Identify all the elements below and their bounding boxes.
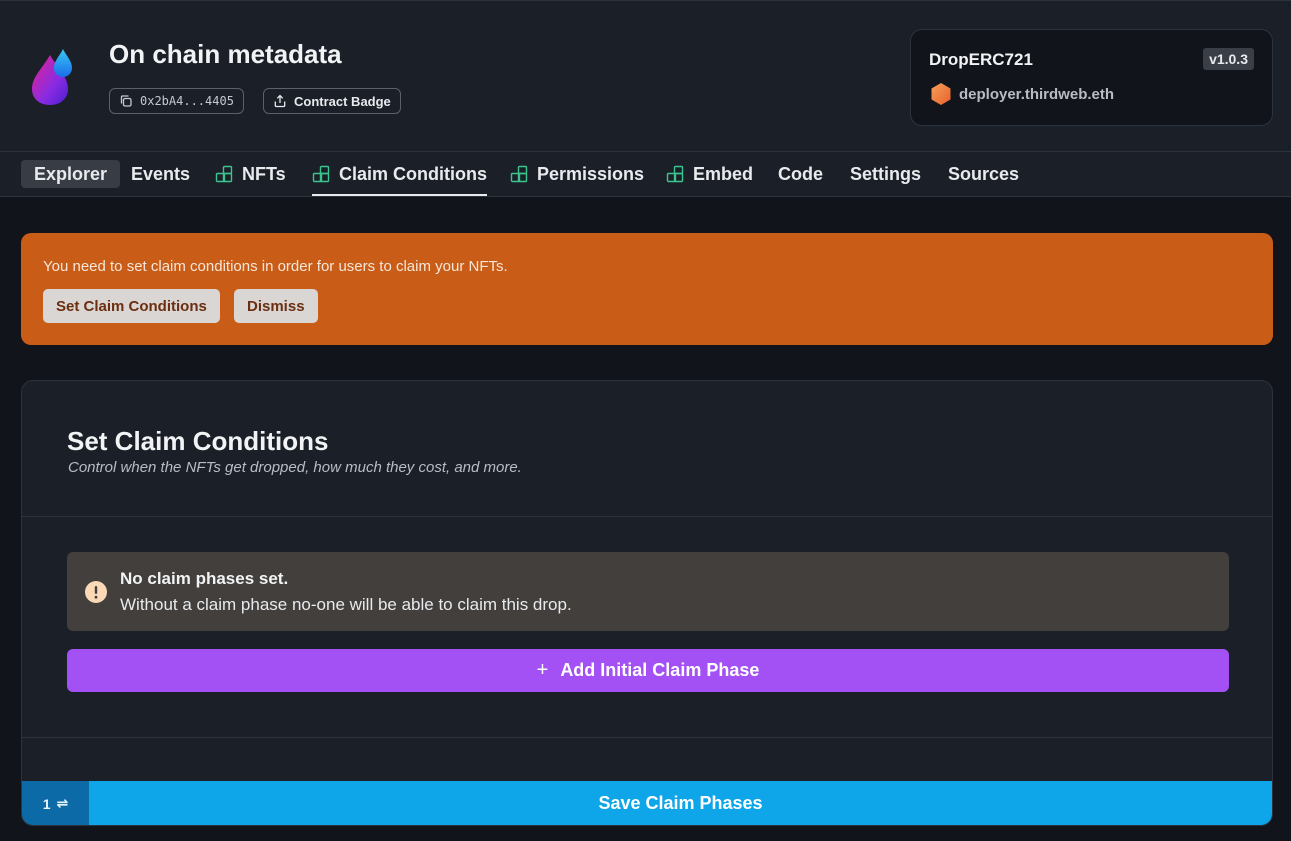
divider [22, 516, 1272, 517]
contract-tabs: Explorer Events NFTs Claim Conditions Pe… [0, 152, 1291, 197]
tab-label: Explorer [34, 163, 108, 184]
extension-icon [215, 165, 233, 183]
swap-icon: ⇌ [56, 795, 69, 811]
claim-conditions-card: Set Claim Conditions Control when the NF… [21, 380, 1273, 826]
tab-settings[interactable]: Settings [850, 160, 921, 188]
contract-name: DropERC721 [929, 50, 1033, 69]
version-badge: v1.0.3 [1203, 48, 1254, 70]
tab-label: Code [778, 163, 823, 184]
tab-nfts[interactable]: NFTs [215, 160, 286, 188]
set-claim-conditions-button[interactable]: Set Claim Conditions [43, 289, 220, 323]
contract-badge-button[interactable]: Contract Badge [263, 88, 401, 114]
copy-icon [120, 95, 132, 107]
save-bar: 1 ⇌ Save Claim Phases [22, 781, 1272, 825]
extension-icon [666, 165, 684, 183]
tab-code[interactable]: Code [778, 160, 823, 188]
tab-label: Sources [948, 163, 1020, 184]
contract-info-card: DropERC721 v1.0.3 deployer.thirdweb.eth [910, 29, 1273, 126]
contract-address: 0x2bA4...4405 [140, 94, 234, 108]
section-title: Set Claim Conditions [67, 426, 329, 456]
copy-address-button[interactable]: 0x2bA4...4405 [109, 88, 244, 114]
deployer-name: deployer.thirdweb.eth [959, 85, 1115, 103]
save-claim-phases-button[interactable]: Save Claim Phases [89, 781, 1272, 825]
tab-label: Permissions [537, 163, 645, 184]
tab-explorer[interactable]: Explorer [21, 160, 121, 188]
extension-icon [312, 165, 330, 183]
tab-label: Claim Conditions [339, 163, 487, 184]
notice-title: No claim phases set. [120, 569, 289, 588]
phase-count-badge: 1 ⇌ [22, 781, 89, 825]
tab-label: Settings [850, 163, 922, 184]
phase-count: 1 [42, 795, 51, 812]
notice-body: Without a claim phase no-one will be abl… [120, 595, 572, 614]
tab-events[interactable]: Events [131, 160, 190, 188]
divider [22, 737, 1272, 738]
dismiss-button[interactable]: Dismiss [234, 289, 318, 323]
no-phases-notice: No claim phases set. Without a claim pha… [67, 552, 1229, 631]
tab-claim-conditions[interactable]: Claim Conditions [312, 160, 487, 196]
page-title: On chain metadata [109, 39, 342, 69]
deployer-link[interactable]: deployer.thirdweb.eth [929, 82, 1114, 106]
tab-sources[interactable]: Sources [948, 160, 1019, 188]
tab-label: NFTs [242, 163, 286, 184]
drop-logo-icon [32, 49, 72, 105]
tab-embed[interactable]: Embed [666, 160, 753, 188]
extension-icon [510, 165, 528, 183]
plus-icon: + [536, 659, 549, 681]
alert-message: You need to set claim conditions in orde… [43, 258, 508, 275]
warning-icon [85, 581, 107, 603]
tab-permissions[interactable]: Permissions [510, 160, 644, 188]
claim-conditions-alert: You need to set claim conditions in orde… [21, 233, 1273, 345]
deployer-avatar-icon [931, 83, 951, 105]
add-initial-claim-phase-button[interactable]: + Add Initial Claim Phase [67, 649, 1229, 692]
share-icon [274, 94, 286, 108]
add-phase-label: Add Initial Claim Phase [560, 660, 760, 680]
section-subtitle: Control when the NFTs get dropped, how m… [68, 459, 522, 476]
contract-header: On chain metadata 0x2bA4...4405 Contract… [0, 0, 1291, 152]
contract-badge-label: Contract Badge [294, 93, 391, 109]
tab-label: Events [131, 163, 191, 184]
tab-label: Embed [693, 163, 754, 184]
